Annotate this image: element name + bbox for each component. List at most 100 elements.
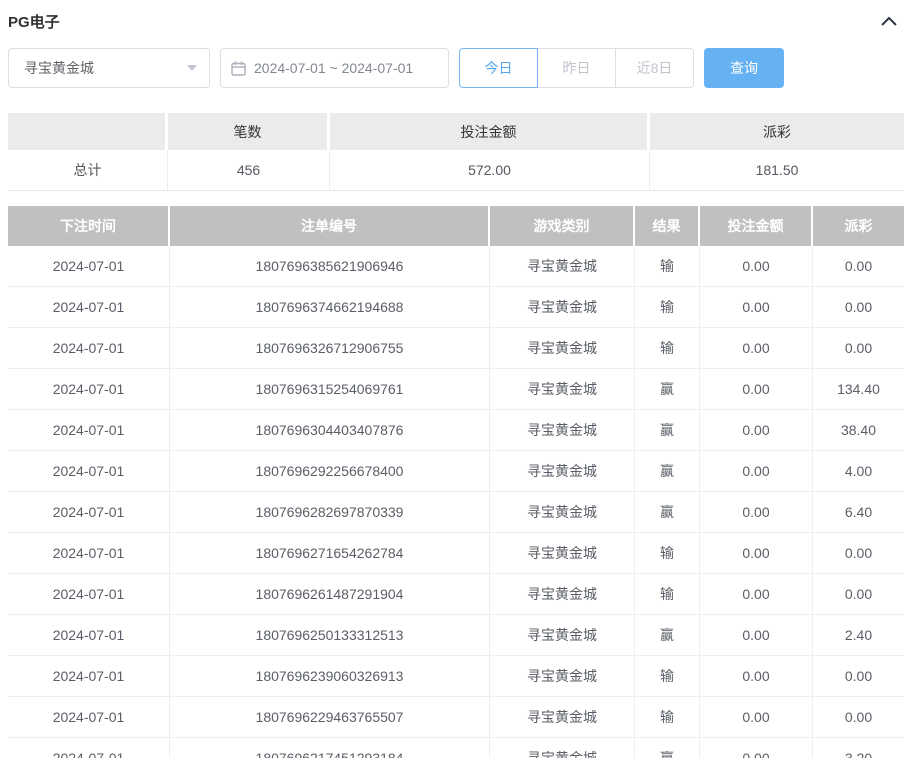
filter-bar: 寻宝黄金城 2024-07-01 ~ 2024-07-01 今日 昨日 近8日 bbox=[8, 48, 904, 88]
cell-bet-time: 2024-07-01 bbox=[8, 492, 170, 533]
cell-payout: 2.40 bbox=[813, 615, 904, 656]
cell-order-no: 1807696271654262784 bbox=[170, 533, 490, 574]
cell-result: 赢 bbox=[635, 369, 700, 410]
cell-payout: 0.00 bbox=[813, 246, 904, 287]
cell-bet-time: 2024-07-01 bbox=[8, 615, 170, 656]
record-row: 2024-07-01 1807696385621906946 寻宝黄金城 输 0… bbox=[8, 246, 904, 287]
cell-bet-time: 2024-07-01 bbox=[8, 369, 170, 410]
search-button[interactable]: 查询 bbox=[704, 48, 784, 88]
cell-bet-amount: 0.00 bbox=[700, 246, 813, 287]
calendar-icon bbox=[231, 61, 246, 76]
cell-bet-amount: 0.00 bbox=[700, 615, 813, 656]
cell-bet-amount: 0.00 bbox=[700, 533, 813, 574]
summary-total-count: 456 bbox=[168, 150, 330, 191]
cell-order-no: 1807696304403407876 bbox=[170, 410, 490, 451]
cell-result: 输 bbox=[635, 656, 700, 697]
cell-payout: 0.00 bbox=[813, 574, 904, 615]
record-row: 2024-07-01 1807696271654262784 寻宝黄金城 输 0… bbox=[8, 533, 904, 574]
cell-game-type: 寻宝黄金城 bbox=[490, 615, 635, 656]
quick-button-yesterday[interactable]: 昨日 bbox=[537, 48, 616, 88]
game-select-value: 寻宝黄金城 bbox=[24, 58, 94, 78]
cell-game-type: 寻宝黄金城 bbox=[490, 451, 635, 492]
quick-range-button-group: 今日 昨日 近8日 bbox=[459, 48, 694, 88]
cell-payout: 0.00 bbox=[813, 656, 904, 697]
cell-bet-amount: 0.00 bbox=[700, 451, 813, 492]
cell-bet-time: 2024-07-01 bbox=[8, 533, 170, 574]
cell-payout: 3.20 bbox=[813, 738, 904, 758]
summary-total-payout: 181.50 bbox=[650, 150, 904, 191]
cell-result: 赢 bbox=[635, 451, 700, 492]
game-select[interactable]: 寻宝黄金城 bbox=[8, 48, 210, 88]
cell-bet-time: 2024-07-01 bbox=[8, 287, 170, 328]
cell-bet-time: 2024-07-01 bbox=[8, 738, 170, 758]
records-header-payout: 派彩 bbox=[813, 206, 904, 246]
records-table: 下注时间 注单编号 游戏类别 结果 投注金额 派彩 2024-07-01 180… bbox=[8, 206, 904, 758]
quick-button-today-label: 今日 bbox=[485, 58, 513, 78]
cell-order-no: 1807696385621906946 bbox=[170, 246, 490, 287]
cell-bet-amount: 0.00 bbox=[700, 369, 813, 410]
cell-order-no: 1807696239060326913 bbox=[170, 656, 490, 697]
cell-order-no: 1807696315254069761 bbox=[170, 369, 490, 410]
record-row: 2024-07-01 1807696250133312513 寻宝黄金城 赢 0… bbox=[8, 615, 904, 656]
records-header-bet-time: 下注时间 bbox=[8, 206, 170, 246]
summary-header-count: 笔数 bbox=[168, 113, 330, 150]
record-row: 2024-07-01 1807696217451293184 寻宝黄金城 赢 0… bbox=[8, 738, 904, 758]
cell-payout: 0.00 bbox=[813, 287, 904, 328]
records-header-order-no: 注单编号 bbox=[170, 206, 490, 246]
cell-result: 输 bbox=[635, 697, 700, 738]
summary-header-bet-amount: 投注金额 bbox=[330, 113, 650, 150]
chevron-up-icon bbox=[881, 16, 897, 26]
cell-bet-time: 2024-07-01 bbox=[8, 246, 170, 287]
record-row: 2024-07-01 1807696304403407876 寻宝黄金城 赢 0… bbox=[8, 410, 904, 451]
cell-game-type: 寻宝黄金城 bbox=[490, 656, 635, 697]
quick-button-last8days[interactable]: 近8日 bbox=[615, 48, 694, 88]
cell-result: 赢 bbox=[635, 615, 700, 656]
quick-button-today[interactable]: 今日 bbox=[459, 48, 538, 88]
cell-game-type: 寻宝黄金城 bbox=[490, 246, 635, 287]
record-row: 2024-07-01 1807696282697870339 寻宝黄金城 赢 0… bbox=[8, 492, 904, 533]
cell-result: 输 bbox=[635, 287, 700, 328]
cell-payout: 0.00 bbox=[813, 697, 904, 738]
summary-header-row: 笔数 投注金额 派彩 bbox=[8, 113, 904, 150]
cell-bet-amount: 0.00 bbox=[700, 287, 813, 328]
record-row: 2024-07-01 1807696229463765507 寻宝黄金城 输 0… bbox=[8, 697, 904, 738]
cell-payout: 4.00 bbox=[813, 451, 904, 492]
date-range-picker[interactable]: 2024-07-01 ~ 2024-07-01 bbox=[220, 48, 449, 88]
cell-result: 输 bbox=[635, 328, 700, 369]
summary-total-bet-amount: 572.00 bbox=[330, 150, 650, 191]
cell-bet-amount: 0.00 bbox=[700, 697, 813, 738]
cell-result: 赢 bbox=[635, 410, 700, 451]
cell-order-no: 1807696250133312513 bbox=[170, 615, 490, 656]
cell-bet-amount: 0.00 bbox=[700, 492, 813, 533]
summary-header-payout: 派彩 bbox=[650, 113, 904, 150]
pg-panel: PG电子 寻宝黄金城 2024-07-01 ~ 2024-07-01 今日 bbox=[0, 0, 912, 758]
cell-game-type: 寻宝黄金城 bbox=[490, 492, 635, 533]
cell-order-no: 1807696261487291904 bbox=[170, 574, 490, 615]
cell-payout: 134.40 bbox=[813, 369, 904, 410]
records-tbody: 2024-07-01 1807696385621906946 寻宝黄金城 输 0… bbox=[8, 246, 904, 758]
page-title: PG电子 bbox=[8, 11, 60, 32]
record-row: 2024-07-01 1807696261487291904 寻宝黄金城 输 0… bbox=[8, 574, 904, 615]
collapse-panel-button[interactable] bbox=[878, 10, 900, 32]
cell-bet-amount: 0.00 bbox=[700, 656, 813, 697]
cell-payout: 0.00 bbox=[813, 328, 904, 369]
record-row: 2024-07-01 1807696239060326913 寻宝黄金城 输 0… bbox=[8, 656, 904, 697]
cell-payout: 6.40 bbox=[813, 492, 904, 533]
cell-bet-time: 2024-07-01 bbox=[8, 656, 170, 697]
cell-bet-time: 2024-07-01 bbox=[8, 410, 170, 451]
records-header-row: 下注时间 注单编号 游戏类别 结果 投注金额 派彩 bbox=[8, 206, 904, 246]
cell-game-type: 寻宝黄金城 bbox=[490, 738, 635, 758]
cell-order-no: 1807696229463765507 bbox=[170, 697, 490, 738]
cell-bet-time: 2024-07-01 bbox=[8, 574, 170, 615]
cell-bet-time: 2024-07-01 bbox=[8, 328, 170, 369]
cell-game-type: 寻宝黄金城 bbox=[490, 697, 635, 738]
cell-game-type: 寻宝黄金城 bbox=[490, 287, 635, 328]
cell-bet-amount: 0.00 bbox=[700, 738, 813, 758]
quick-button-yesterday-label: 昨日 bbox=[563, 58, 591, 78]
cell-order-no: 1807696292256678400 bbox=[170, 451, 490, 492]
record-row: 2024-07-01 1807696374662194688 寻宝黄金城 输 0… bbox=[8, 287, 904, 328]
summary-table: 笔数 投注金额 派彩 总计 456 572.00 181.50 bbox=[8, 113, 904, 191]
date-range-value: 2024-07-01 ~ 2024-07-01 bbox=[254, 60, 413, 76]
cell-payout: 38.40 bbox=[813, 410, 904, 451]
cell-bet-amount: 0.00 bbox=[700, 574, 813, 615]
